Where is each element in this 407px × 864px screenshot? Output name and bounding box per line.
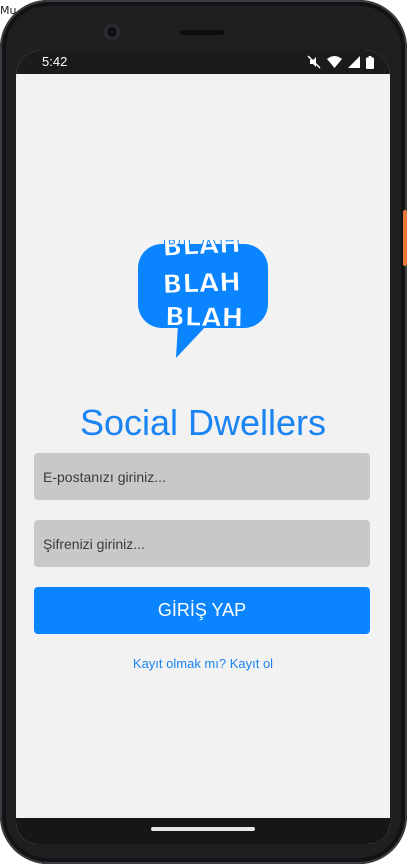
register-link[interactable]: Kayıt olmak mı? Kayıt ol: [16, 656, 390, 671]
password-input[interactable]: [34, 520, 370, 567]
app-logo: BLAH BLAH BLAH: [138, 228, 268, 358]
mute-icon: [307, 55, 321, 69]
power-button: [403, 210, 407, 266]
status-time: 5:42: [42, 54, 68, 69]
email-input[interactable]: [34, 453, 370, 500]
logo-text-line-2: BLAH: [162, 268, 241, 301]
home-gesture-pill[interactable]: [151, 827, 255, 831]
app-title: Social Dwellers: [79, 402, 327, 443]
login-button[interactable]: GİRİŞ YAP: [34, 587, 370, 634]
logo-text-line-3: BLAH: [165, 302, 244, 333]
phone-frame: 5:42 BLAH BLAH BLAH Social Dwellers E-po…: [0, 0, 407, 864]
app-screen: 5:42 BLAH BLAH BLAH Social Dwellers E-po…: [16, 50, 390, 844]
battery-icon: [366, 55, 374, 69]
front-camera: [104, 24, 120, 40]
earpiece-speaker: [180, 30, 224, 35]
navigation-bar: [16, 818, 390, 844]
wifi-icon: [327, 56, 342, 68]
status-icons: [307, 55, 374, 69]
signal-icon: [348, 56, 360, 68]
status-bar: 5:42: [16, 50, 390, 74]
